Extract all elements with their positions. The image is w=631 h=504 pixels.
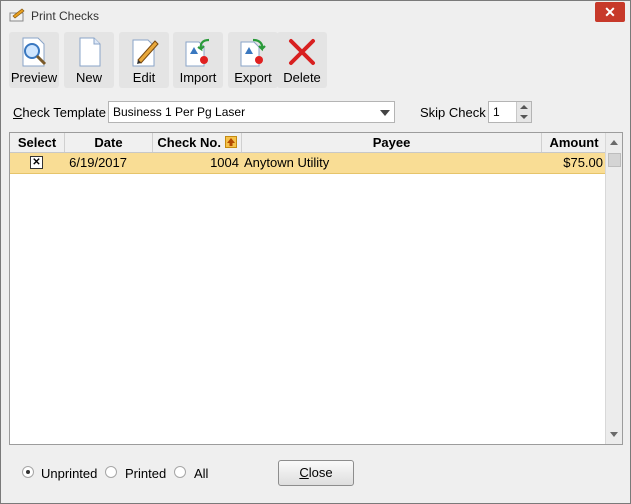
- close-icon: ✕: [604, 4, 616, 20]
- checks-grid: Select Date Check No. Payee Amount ✕ 6/1…: [9, 132, 623, 445]
- preview-label: Preview: [10, 70, 58, 85]
- edit-label: Edit: [132, 70, 156, 85]
- preview-button[interactable]: Preview: [9, 32, 59, 88]
- select-cell: ✕: [10, 153, 65, 173]
- close-window-button[interactable]: ✕: [595, 2, 625, 22]
- column-header-select[interactable]: Select: [10, 133, 65, 152]
- scroll-thumb[interactable]: [608, 153, 621, 167]
- column-header-check-no[interactable]: Check No.: [153, 133, 242, 152]
- filter-printed-radio[interactable]: [105, 466, 117, 478]
- column-header-check-no-label: Check No.: [157, 135, 221, 150]
- title-bar: Print Checks ✕: [1, 1, 630, 29]
- sort-ascending-icon: [224, 136, 237, 148]
- amount-cell: $75.00: [563, 155, 603, 170]
- column-header-amount[interactable]: Amount: [542, 133, 607, 152]
- stepper-down-icon[interactable]: [516, 112, 531, 122]
- vertical-scrollbar[interactable]: [605, 133, 622, 444]
- window-title: Print Checks: [31, 9, 100, 23]
- filter-all-label[interactable]: All: [194, 466, 208, 481]
- blank-page-icon: [79, 37, 101, 67]
- delete-button[interactable]: Delete: [277, 32, 327, 88]
- filter-all-radio[interactable]: [174, 466, 186, 478]
- filter-unprinted-radio[interactable]: [22, 466, 34, 478]
- check-template-select[interactable]: Business 1 Per Pg Laser: [108, 101, 395, 123]
- magnifier-page-icon: [22, 37, 47, 67]
- checkbook-icon: [9, 8, 25, 22]
- red-x-icon: [289, 39, 315, 65]
- payee-cell: Anytown Utility: [244, 155, 330, 170]
- scroll-up-icon[interactable]: [606, 135, 622, 151]
- date-cell: 6/19/2017: [69, 155, 127, 170]
- row-select-checkbox[interactable]: ✕: [30, 156, 43, 169]
- close-button[interactable]: Close: [278, 460, 354, 486]
- check-template-value: Business 1 Per Pg Laser: [113, 105, 246, 119]
- import-button[interactable]: Import: [173, 32, 223, 88]
- check-no-cell: 1004: [210, 155, 239, 170]
- scroll-down-icon[interactable]: [606, 426, 622, 442]
- check-template-mnemonic: C: [13, 105, 23, 120]
- filter-unprinted-label[interactable]: Unprinted: [41, 466, 97, 481]
- grid-header: Select Date Check No. Payee Amount: [10, 133, 607, 153]
- check-template-label-text: heck Template: [22, 105, 106, 120]
- skip-check-stepper[interactable]: 1: [488, 101, 532, 123]
- table-row[interactable]: ✕ 6/19/2017 1004 Anytown Utility $75.00: [10, 153, 607, 174]
- check-template-label: Check Template: [13, 105, 106, 120]
- export-button[interactable]: Export: [228, 32, 278, 88]
- edit-button[interactable]: Edit: [119, 32, 169, 88]
- export-page-icon: [240, 38, 266, 67]
- delete-label: Delete: [283, 70, 321, 85]
- column-header-payee[interactable]: Payee: [242, 133, 542, 152]
- export-label: Export: [234, 70, 272, 85]
- filter-printed-label[interactable]: Printed: [125, 466, 166, 481]
- stepper-up-icon[interactable]: [516, 102, 531, 112]
- import-page-icon: [185, 38, 210, 67]
- import-label: Import: [179, 70, 217, 85]
- new-label: New: [75, 70, 102, 85]
- skip-check-label: Skip Check: [420, 105, 486, 120]
- pencil-page-icon: [132, 39, 159, 67]
- chevron-down-icon[interactable]: [380, 110, 390, 116]
- close-mnemonic: C: [299, 465, 309, 480]
- print-checks-window: Print Checks ✕ Preview New Edit Import E…: [0, 0, 631, 504]
- skip-check-value: 1: [493, 105, 500, 119]
- column-header-date[interactable]: Date: [65, 133, 153, 152]
- new-button[interactable]: New: [64, 32, 114, 88]
- close-label: lose: [308, 465, 333, 480]
